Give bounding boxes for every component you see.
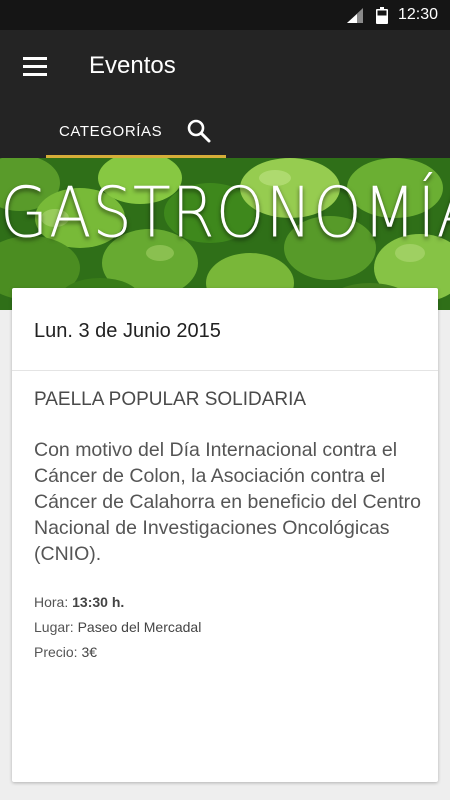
- lugar-label: Lugar:: [34, 619, 74, 635]
- tab-categorias[interactable]: CATEGORÍAS: [46, 110, 226, 158]
- detail-precio: Precio: 3€: [34, 644, 97, 660]
- precio-label: Precio:: [34, 644, 78, 660]
- hora-value: 13:30 h.: [72, 594, 125, 610]
- status-time: 12:30: [398, 6, 439, 23]
- event-name: PAELLA POPULAR SOLIDARIA: [34, 389, 307, 410]
- search-icon[interactable]: [186, 118, 212, 144]
- divider: [12, 370, 438, 371]
- hora-label: Hora:: [34, 594, 69, 610]
- lugar-value: Paseo del Mercadal: [77, 619, 202, 635]
- app-bar: Eventos CATEGORÍAS: [0, 30, 450, 158]
- precio-value: 3€: [81, 644, 98, 660]
- event-card[interactable]: Lun. 3 de Junio 2015 PAELLA POPULAR SOLI…: [12, 288, 438, 782]
- detail-lugar: Lugar: Paseo del Mercadal: [34, 619, 201, 635]
- hamburger-menu-icon[interactable]: [14, 46, 56, 88]
- event-description: Con motivo del Día Internacional contra …: [34, 439, 421, 565]
- detail-hora: Hora: 13:30 h.: [34, 594, 124, 610]
- signal-icon: [347, 8, 363, 23]
- status-bar: 12:30: [0, 0, 450, 30]
- event-date: Lun. 3 de Junio 2015: [34, 320, 221, 342]
- battery-icon: [376, 7, 388, 24]
- tab-label: CATEGORÍAS: [59, 123, 163, 140]
- page-title: Eventos: [89, 52, 176, 79]
- banner-title: GASTRONOMÍA: [0, 171, 450, 254]
